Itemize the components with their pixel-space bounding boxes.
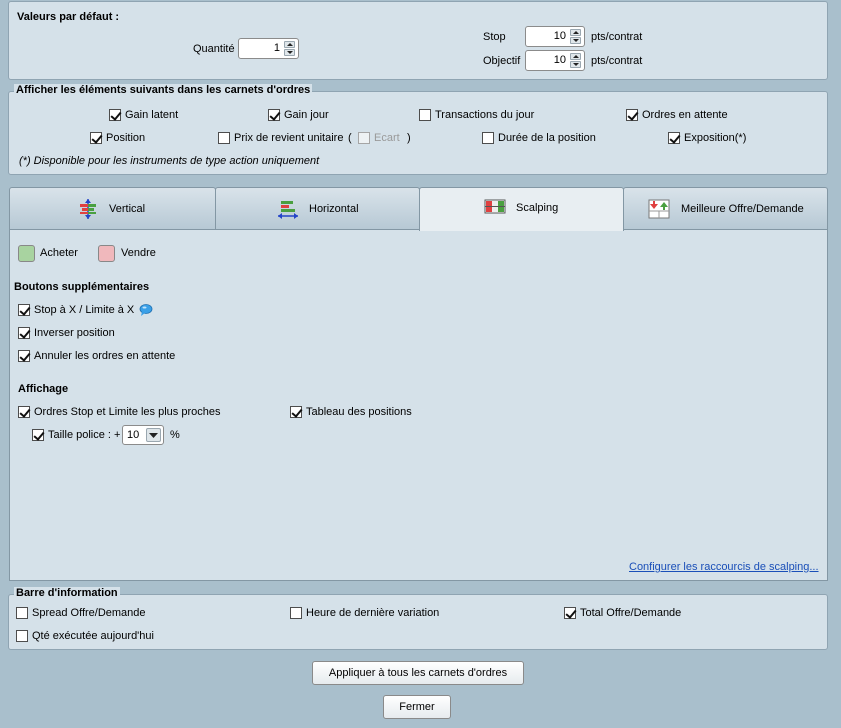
ordres-stop-limite-checkbox[interactable] <box>18 406 30 418</box>
horizontal-ladder-icon <box>277 199 299 219</box>
tab-vertical[interactable]: Vertical <box>9 187 216 230</box>
quantity-label: Quantité <box>193 43 235 55</box>
quantity-up-arrow-icon[interactable] <box>284 41 295 48</box>
chevron-down-icon[interactable] <box>146 428 161 442</box>
stop-limit-x-label: Stop à X / Limite à X <box>34 304 135 316</box>
total-offre-demande-label: Total Offre/Demande <box>580 607 682 619</box>
display-title: Afficher les éléments suivants dans les … <box>14 84 313 97</box>
inverser-position-checkbox[interactable] <box>18 327 30 339</box>
buy-label: Acheter <box>40 247 78 259</box>
spread-label: Spread Offre/Demande <box>32 607 146 619</box>
duree-position-label: Durée de la position <box>498 132 596 144</box>
tab-vertical-label: Vertical <box>109 203 146 215</box>
qte-executee-checkbox[interactable] <box>16 630 28 642</box>
gain-latent-checkbox[interactable] <box>109 109 121 121</box>
extra-buttons-title: Boutons supplémentaires <box>14 281 150 293</box>
gain-jour-checkbox[interactable] <box>268 109 280 121</box>
gain-jour-label: Gain jour <box>284 109 329 121</box>
quantity-spinner[interactable]: 1 <box>238 38 299 59</box>
font-size-value: 10 <box>127 429 140 441</box>
ecart-paren-close: ) <box>407 132 411 144</box>
scalping-shortcuts-link[interactable]: Configurer les raccourcis de scalping... <box>629 561 819 573</box>
defaults-title: Valeurs par défaut : <box>17 11 120 23</box>
gain-latent-label: Gain latent <box>125 109 179 121</box>
tab-best-bid-ask[interactable]: Meilleure Offre/Demande <box>623 187 828 230</box>
position-checkbox[interactable] <box>90 132 102 144</box>
close-button[interactable]: Fermer <box>383 695 451 719</box>
duree-position-checkbox[interactable] <box>482 132 494 144</box>
tab-horizontal-label: Horizontal <box>309 203 359 215</box>
info-bubble-icon[interactable] <box>139 303 153 316</box>
stop-value: 10 <box>553 30 566 42</box>
sell-label: Vendre <box>121 247 156 259</box>
quantity-down-arrow-icon[interactable] <box>284 49 295 56</box>
taille-police-label: Taille police : + <box>48 429 121 441</box>
target-value: 10 <box>553 54 566 66</box>
display-footnote: (*) Disponible pour les instruments de t… <box>19 155 320 167</box>
sell-color-swatch[interactable] <box>98 245 115 262</box>
exposition-label: Exposition(*) <box>684 132 747 144</box>
stop-unit: pts/contrat <box>591 31 643 43</box>
stop-down-arrow-icon[interactable] <box>570 37 581 44</box>
target-unit: pts/contrat <box>591 55 643 67</box>
ecart-checkbox[interactable] <box>358 132 370 144</box>
stop-spinner[interactable]: 10 <box>525 26 585 47</box>
tableau-positions-label: Tableau des positions <box>306 406 412 418</box>
affichage-title: Affichage <box>18 383 69 395</box>
stop-up-arrow-icon[interactable] <box>570 29 581 36</box>
position-label: Position <box>106 132 146 144</box>
tab-scalping[interactable]: Scalping <box>419 187 624 231</box>
exposition-checkbox[interactable] <box>668 132 680 144</box>
font-size-unit: % <box>170 429 180 441</box>
target-up-arrow-icon[interactable] <box>570 53 581 60</box>
annuler-ordres-checkbox[interactable] <box>18 350 30 362</box>
buy-color-swatch[interactable] <box>18 245 35 262</box>
defaults-panel <box>8 1 828 80</box>
derniere-variation-checkbox[interactable] <box>290 607 302 619</box>
tableau-positions-checkbox[interactable] <box>290 406 302 418</box>
ordres-stop-limite-label: Ordres Stop et Limite les plus proches <box>34 406 221 418</box>
stop-limit-x-checkbox[interactable] <box>18 304 30 316</box>
total-offre-demande-checkbox[interactable] <box>564 607 576 619</box>
prix-de-revient-checkbox[interactable] <box>218 132 230 144</box>
target-label: Objectif <box>483 55 521 67</box>
target-spinner[interactable]: 10 <box>525 50 585 71</box>
prix-de-revient-label: Prix de revient unitaire <box>234 132 344 144</box>
ecart-label: Ecart <box>374 132 400 144</box>
spread-checkbox[interactable] <box>16 607 28 619</box>
taille-police-checkbox[interactable] <box>32 429 44 441</box>
scalping-grid-icon <box>484 197 506 217</box>
tab-best-bid-ask-label: Meilleure Offre/Demande <box>681 203 804 215</box>
info-bar-title: Barre d'information <box>14 587 120 600</box>
ordres-en-attente-checkbox[interactable] <box>626 109 638 121</box>
derniere-variation-label: Heure de dernière variation <box>306 607 440 619</box>
qte-executee-label: Qté exécutée aujourd'hui <box>32 630 154 642</box>
annuler-ordres-label: Annuler les ordres en attente <box>34 350 176 362</box>
tab-horizontal[interactable]: Horizontal <box>215 187 420 230</box>
ordres-en-attente-label: Ordres en attente <box>642 109 728 121</box>
tab-scalping-label: Scalping <box>516 202 559 214</box>
best-bid-ask-icon <box>648 199 670 219</box>
vertical-ladder-icon <box>77 199 99 219</box>
quantity-value: 1 <box>273 42 280 54</box>
transactions-du-jour-label: Transactions du jour <box>435 109 535 121</box>
apply-all-button[interactable]: Appliquer à tous les carnets d'ordres <box>312 661 524 685</box>
font-size-select[interactable]: 10 <box>122 425 164 445</box>
stop-label: Stop <box>483 31 506 43</box>
transactions-du-jour-checkbox[interactable] <box>419 109 431 121</box>
ecart-paren-open: ( <box>348 132 352 144</box>
target-down-arrow-icon[interactable] <box>570 61 581 68</box>
inverser-position-label: Inverser position <box>34 327 115 339</box>
